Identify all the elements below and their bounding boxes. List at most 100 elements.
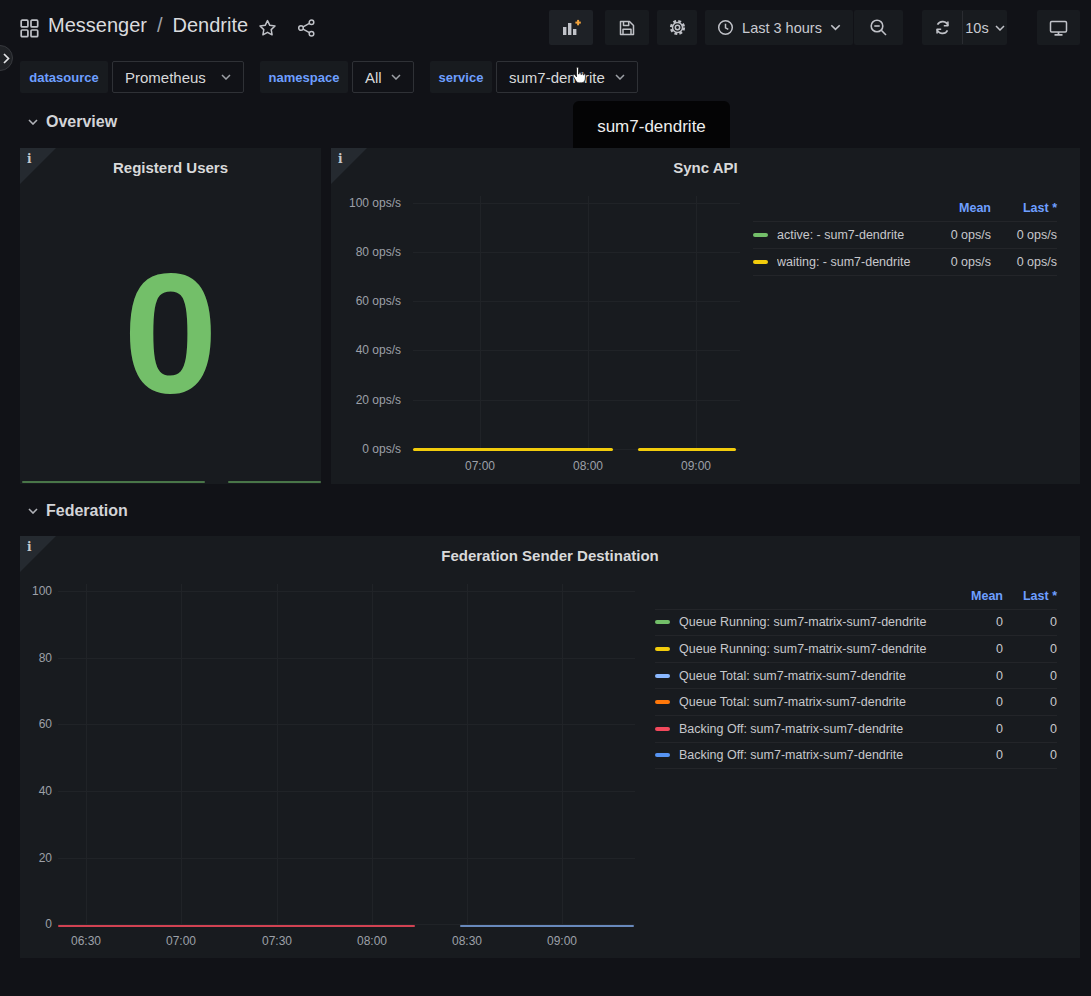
legend-row: Queue Running: sum7-matrix-sum7-dendrite… [655, 610, 1057, 637]
y-axis-tick: 40 ops/s [335, 343, 401, 357]
panel-title-federation-sender[interactable]: Federation Sender Destination [60, 547, 1040, 564]
info-icon: i [27, 152, 32, 166]
panel-info-corner[interactable] [20, 536, 56, 572]
legend-sort-last[interactable]: Last * [991, 201, 1057, 215]
legend-series-label[interactable]: Queue Total: sum7-matrix-sum7-dendrite [679, 669, 943, 683]
apps-grid-icon [20, 19, 39, 38]
section-row-federation[interactable]: Federation [28, 502, 128, 520]
legend-mean-value: 0 [943, 695, 1003, 709]
dashboard-header: Messenger / Dendrite [0, 0, 1091, 56]
breadcrumb-dashboard[interactable]: Dendrite [173, 14, 249, 37]
y-axis-tick: 20 [20, 851, 52, 865]
save-dashboard-button[interactable] [605, 10, 649, 45]
series-color-swatch [655, 647, 670, 651]
panel-title-registered-users[interactable]: Registerd Users [60, 159, 281, 176]
variable-value-service[interactable]: sum7-dendrite [496, 61, 638, 93]
clock-icon [717, 19, 734, 36]
panel-info-corner[interactable] [331, 148, 367, 184]
refresh-group[interactable]: 10s [922, 10, 1007, 45]
panel-sync-api: i Sync API 100 ops/s 80 ops/s 60 ops/s 4… [331, 148, 1080, 484]
legend-row: Queue Total: sum7-matrix-sum7-dendrite 0… [655, 689, 1057, 716]
breadcrumb-separator: / [157, 14, 163, 37]
breadcrumb-folder[interactable]: Messenger [48, 14, 147, 37]
legend-sort-mean[interactable]: Mean [943, 589, 1003, 603]
legend-series-label[interactable]: Backing Off: sum7-matrix-sum7-dendrite [679, 722, 943, 736]
legend-row: Queue Running: sum7-matrix-sum7-dendrite… [655, 636, 1057, 663]
legend-last-value: 0 ops/s [991, 255, 1057, 269]
x-axis-tick: 07:00 [458, 459, 502, 473]
x-axis-tick: 07:00 [158, 934, 204, 948]
legend-sort-last[interactable]: Last * [1003, 589, 1057, 603]
y-axis-tick: 20 ops/s [335, 393, 401, 407]
y-axis-tick: 0 ops/s [335, 442, 401, 456]
time-range-label: Last 3 hours [741, 20, 823, 36]
legend-header-row: Mean Last * [753, 195, 1057, 222]
legend-last-value: 0 ops/s [991, 228, 1057, 242]
chevron-down-icon [615, 74, 625, 80]
section-title-federation: Federation [46, 502, 128, 520]
info-icon: i [338, 152, 343, 166]
x-axis-tick: 08:30 [444, 934, 490, 948]
legend-series-label[interactable]: Backing Off: sum7-matrix-sum7-dendrite [679, 748, 943, 762]
legend-row: Backing Off: sum7-matrix-sum7-dendrite 0… [655, 716, 1057, 743]
variable-value-datasource[interactable]: Prometheus [112, 61, 244, 93]
series-color-swatch [655, 727, 670, 731]
variable-label-namespace: namespace [260, 61, 348, 93]
legend-last-value: 0 [1003, 722, 1057, 736]
section-title-overview: Overview [46, 113, 117, 131]
chevron-down-icon [221, 74, 231, 80]
service-value-tooltip: sum7-dendrite [573, 101, 730, 153]
legend-series-label[interactable]: Queue Running: sum7-matrix-sum7-dendrite [679, 642, 943, 656]
y-axis-tick: 100 [20, 584, 52, 598]
legend-row: Queue Total: sum7-matrix-sum7-dendrite 0… [655, 663, 1057, 690]
star-icon[interactable] [258, 19, 277, 37]
series-color-swatch [655, 753, 670, 757]
refresh-icon[interactable] [922, 19, 962, 36]
legend-sort-mean[interactable]: Mean [921, 201, 991, 215]
cycle-view-mode-button[interactable] [1037, 10, 1080, 45]
legend-series-label[interactable]: Queue Running: sum7-matrix-sum7-dendrite [679, 615, 943, 629]
share-icon[interactable] [297, 19, 316, 37]
legend-header-row: Mean Last * [655, 583, 1057, 610]
panel-title-sync-api[interactable]: Sync API [371, 159, 1040, 176]
variable-label-service: service [430, 61, 492, 93]
x-axis-tick: 09:00 [674, 459, 718, 473]
legend-row: Backing Off: sum7-matrix-sum7-dendrite 0… [655, 743, 1057, 770]
legend-last-value: 0 [1003, 669, 1057, 683]
variable-value-namespace[interactable]: All [352, 61, 414, 93]
legend-series-label[interactable]: active: - sum7-dendrite [777, 228, 921, 242]
plus-badge [575, 19, 580, 24]
dashboard-settings-button[interactable] [657, 10, 697, 45]
y-axis-tick: 60 ops/s [335, 294, 401, 308]
legend-mean-value: 0 [943, 669, 1003, 683]
legend-row: waiting: - sum7-dendrite 0 ops/s 0 ops/s [753, 249, 1057, 276]
legend-last-value: 0 [1003, 748, 1057, 762]
x-axis-tick: 08:00 [349, 934, 395, 948]
chevron-down-icon [28, 119, 38, 125]
series-color-swatch [655, 700, 670, 704]
y-axis-tick: 80 [20, 651, 52, 665]
legend-series-label[interactable]: Queue Total: sum7-matrix-sum7-dendrite [679, 695, 943, 709]
panel-registered-users: i Registerd Users 0 [20, 148, 321, 484]
zoom-out-time-button[interactable] [854, 10, 903, 45]
legend-mean-value: 0 ops/s [921, 228, 991, 242]
series-line-waiting [413, 448, 613, 451]
series-color-swatch [655, 620, 670, 624]
chevron-down-icon [995, 25, 1005, 31]
x-axis-tick: 08:00 [566, 459, 610, 473]
stat-sparkline-segment [228, 481, 321, 483]
y-axis-tick: 80 ops/s [335, 245, 401, 259]
add-panel-button[interactable] [549, 10, 593, 45]
panel-info-corner[interactable] [20, 148, 56, 184]
legend-series-label[interactable]: waiting: - sum7-dendrite [777, 255, 921, 269]
chevron-down-icon [391, 74, 401, 80]
refresh-interval-dropdown[interactable]: 10s [963, 20, 1007, 36]
legend-mean-value: 0 [943, 642, 1003, 656]
legend-row: active: - sum7-dendrite 0 ops/s 0 ops/s [753, 222, 1057, 249]
legend-mean-value: 0 ops/s [921, 255, 991, 269]
x-axis-tick: 09:00 [539, 934, 585, 948]
time-range-picker[interactable]: Last 3 hours [705, 10, 853, 45]
chevron-down-icon [28, 508, 38, 514]
section-row-overview[interactable]: Overview [28, 113, 117, 131]
sync-api-legend: Mean Last * active: - sum7-dendrite 0 op… [753, 195, 1057, 276]
